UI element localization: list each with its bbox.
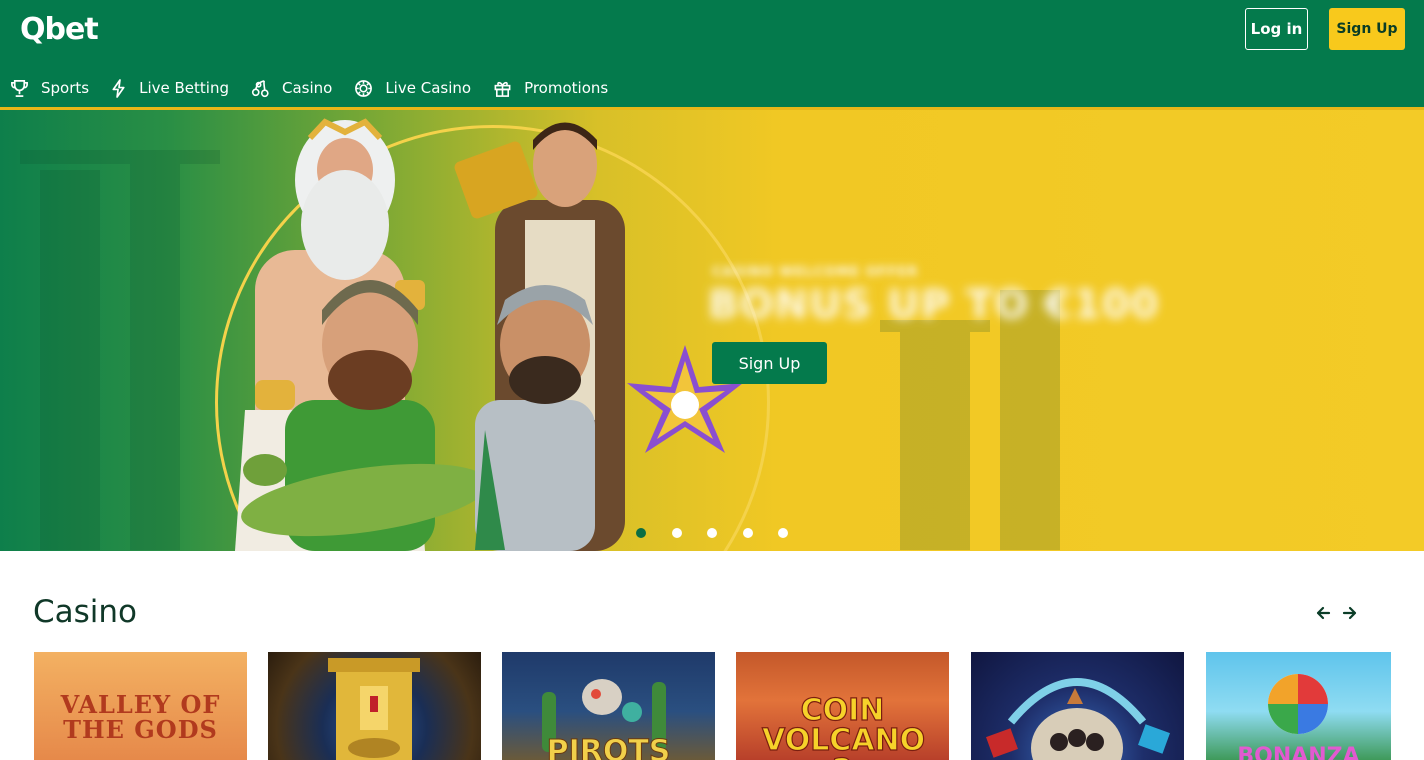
nav-item-live-betting[interactable]: Live Betting	[111, 78, 229, 98]
nav-label: Casino	[281, 79, 333, 97]
hero-headline: BONUS UP TO €100	[708, 282, 1160, 328]
cherries-icon	[251, 79, 269, 97]
signup-button[interactable]: Sign Up	[1329, 8, 1405, 50]
gift-icon	[494, 81, 511, 97]
qbet-logo[interactable]: Qbet	[20, 12, 99, 47]
carousel-dots	[636, 528, 814, 538]
casino-games-carousel: VALLEY OF THE GODS PIROTS COIN VOLCANO 2	[34, 652, 1424, 760]
game-title: BONANZA	[1237, 744, 1360, 760]
nav-label: Live Casino	[385, 79, 472, 97]
game-title: VALLEY OF THE GODS	[60, 690, 221, 745]
slot-characters-illustration	[235, 118, 743, 551]
carousel-dot[interactable]	[778, 528, 788, 538]
game-title: PIROTS	[546, 734, 671, 760]
game-tile-egyptian-slot[interactable]	[268, 652, 481, 760]
login-button[interactable]: Log in	[1245, 8, 1308, 50]
chip-icon	[355, 79, 373, 97]
nav-item-live-casino[interactable]: Live Casino	[354, 79, 471, 98]
casino-section-title: Casino	[33, 594, 138, 630]
hero-banner: CASINO WELCOME OFFER BONUS UP TO €100 Si…	[0, 110, 1424, 551]
nav-label: Promotions	[524, 79, 609, 97]
main-nav: Sports Live Betting Casino Live Casino P…	[10, 74, 630, 102]
lightning-icon	[112, 78, 125, 98]
carousel-dot[interactable]	[671, 528, 682, 538]
carousel-dot[interactable]	[636, 528, 646, 538]
nav-item-casino[interactable]: Casino	[251, 79, 332, 98]
nav-label: Live Betting	[139, 79, 229, 97]
site-header: Qbet Log in Sign Up Sports Live Betting …	[0, 0, 1424, 108]
game-tile-valley-of-the-gods[interactable]: VALLEY OF THE GODS	[34, 652, 247, 760]
game-title: COIN VOLCANO 2	[761, 693, 926, 760]
game-tile-bonanza[interactable]: BONANZA	[1206, 652, 1391, 760]
carousel-dot[interactable]	[742, 528, 753, 538]
hero-signup-button[interactable]: Sign Up	[712, 342, 827, 384]
carousel-dot[interactable]	[707, 528, 717, 538]
nav-item-sports[interactable]: Sports	[10, 79, 89, 98]
game-tile-monster-slot[interactable]	[971, 652, 1184, 760]
golden-shrine-image	[328, 658, 420, 760]
game-tile-coin-volcano-2[interactable]: COIN VOLCANO 2	[736, 652, 949, 760]
arrow-left-icon[interactable]	[1315, 604, 1331, 622]
arrow-right-icon[interactable]	[1342, 604, 1358, 622]
hero-kicker-text: CASINO WELCOME OFFER	[712, 265, 919, 280]
nav-item-promotions[interactable]: Promotions	[493, 79, 608, 98]
nav-label: Sports	[41, 79, 90, 97]
monster-image	[986, 678, 1170, 760]
trophy-icon	[11, 79, 28, 97]
gnome-figure	[475, 285, 595, 551]
game-tile-pirots[interactable]: PIROTS	[502, 652, 715, 760]
